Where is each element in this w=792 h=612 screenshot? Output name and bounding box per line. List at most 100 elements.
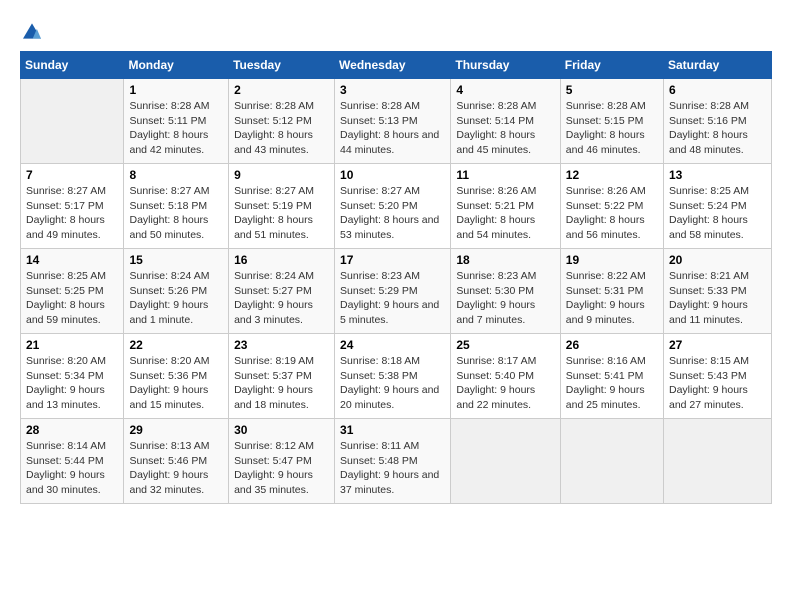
daylight-text: Daylight: 9 hours and 37 minutes. (340, 468, 445, 497)
weekday-header-saturday: Saturday (664, 52, 772, 79)
day-info: Sunrise: 8:27 AMSunset: 5:17 PMDaylight:… (26, 184, 118, 243)
calendar-cell: 30 Sunrise: 8:12 AMSunset: 5:47 PMDayligh… (229, 419, 335, 504)
weekday-header-friday: Friday (560, 52, 663, 79)
sunrise-text: Sunrise: 8:26 AM (456, 184, 554, 199)
day-info: Sunrise: 8:17 AMSunset: 5:40 PMDaylight:… (456, 354, 554, 413)
sunrise-text: Sunrise: 8:19 AM (234, 354, 329, 369)
calendar-cell: 31Sunrise: 8:11 AMSunset: 5:48 PMDayligh… (335, 419, 451, 504)
day-info: Sunrise: 8:28 AMSunset: 5:15 PMDaylight:… (566, 99, 658, 158)
day-number: 13 (669, 168, 766, 182)
day-info: Sunrise: 8:27 AMSunset: 5:18 PMDaylight:… (129, 184, 223, 243)
day-number: 24 (340, 338, 445, 352)
sunset-text: Sunset: 5:31 PM (566, 284, 658, 299)
daylight-text: Daylight: 8 hours and 51 minutes. (234, 213, 329, 242)
calendar-cell: 4Sunrise: 8:28 AMSunset: 5:14 PMDaylight… (451, 79, 560, 164)
sunrise-text: Sunrise: 8:28 AM (340, 99, 445, 114)
daylight-text: Daylight: 8 hours and 49 minutes. (26, 213, 118, 242)
sunset-text: Sunset: 5:11 PM (129, 114, 223, 129)
day-number: 26 (566, 338, 658, 352)
calendar-cell: 7 Sunrise: 8:27 AMSunset: 5:17 PMDaylight… (21, 164, 124, 249)
sunset-text: Sunset: 5:30 PM (456, 284, 554, 299)
day-info: Sunrise: 8:12 AMSunset: 5:47 PMDaylight:… (234, 439, 329, 498)
sunset-text: Sunset: 5:40 PM (456, 369, 554, 384)
calendar-cell: 29Sunrise: 8:13 AMSunset: 5:46 PMDayligh… (124, 419, 229, 504)
weekday-header-wednesday: Wednesday (335, 52, 451, 79)
calendar-week-row: 21Sunrise: 8:20 AMSunset: 5:34 PMDayligh… (21, 334, 772, 419)
daylight-text: Daylight: 8 hours and 58 minutes. (669, 213, 766, 242)
sunrise-text: Sunrise: 8:27 AM (340, 184, 445, 199)
day-number: 18 (456, 253, 554, 267)
day-info: Sunrise: 8:24 AMSunset: 5:26 PMDaylight:… (129, 269, 223, 328)
sunrise-text: Sunrise: 8:12 AM (234, 439, 329, 454)
sunrise-text: Sunrise: 8:25 AM (26, 269, 118, 284)
sunrise-text: Sunrise: 8:28 AM (129, 99, 223, 114)
daylight-text: Daylight: 8 hours and 45 minutes. (456, 128, 554, 157)
daylight-text: Daylight: 9 hours and 32 minutes. (129, 468, 223, 497)
weekday-header-row: SundayMondayTuesdayWednesdayThursdayFrid… (21, 52, 772, 79)
sunrise-text: Sunrise: 8:28 AM (234, 99, 329, 114)
daylight-text: Daylight: 9 hours and 3 minutes. (234, 298, 329, 327)
daylight-text: Daylight: 9 hours and 5 minutes. (340, 298, 445, 327)
sunrise-text: Sunrise: 8:28 AM (669, 99, 766, 114)
day-number: 1 (129, 83, 223, 97)
calendar-cell: 20Sunrise: 8:21 AMSunset: 5:33 PMDayligh… (664, 249, 772, 334)
calendar-cell: 15Sunrise: 8:24 AMSunset: 5:26 PMDayligh… (124, 249, 229, 334)
sunrise-text: Sunrise: 8:16 AM (566, 354, 658, 369)
calendar-cell: 18Sunrise: 8:23 AMSunset: 5:30 PMDayligh… (451, 249, 560, 334)
day-number: 28 (26, 423, 118, 437)
header (20, 20, 772, 41)
sunset-text: Sunset: 5:14 PM (456, 114, 554, 129)
sunset-text: Sunset: 5:15 PM (566, 114, 658, 129)
calendar-cell: 2Sunrise: 8:28 AMSunset: 5:12 PMDaylight… (229, 79, 335, 164)
day-number: 2 (234, 83, 329, 97)
sunset-text: Sunset: 5:22 PM (566, 199, 658, 214)
weekday-header-thursday: Thursday (451, 52, 560, 79)
day-info: Sunrise: 8:28 AMSunset: 5:16 PMDaylight:… (669, 99, 766, 158)
daylight-text: Daylight: 9 hours and 15 minutes. (129, 383, 223, 412)
calendar-cell: 5 Sunrise: 8:28 AMSunset: 5:15 PMDaylight… (560, 79, 663, 164)
sunrise-text: Sunrise: 8:24 AM (129, 269, 223, 284)
sunset-text: Sunset: 5:29 PM (340, 284, 445, 299)
calendar-cell: 13 Sunrise: 8:25 AMSunset: 5:24 PMDayligh… (664, 164, 772, 249)
daylight-text: Daylight: 8 hours and 59 minutes. (26, 298, 118, 327)
sunset-text: Sunset: 5:21 PM (456, 199, 554, 214)
day-number: 22 (129, 338, 223, 352)
weekday-header-monday: Monday (124, 52, 229, 79)
calendar-cell: 3Sunrise: 8:28 AMSunset: 5:13 PMDaylight… (335, 79, 451, 164)
day-number: 8 (129, 168, 223, 182)
daylight-text: Daylight: 9 hours and 18 minutes. (234, 383, 329, 412)
day-info: Sunrise: 8:26 AMSunset: 5:22 PMDaylight:… (566, 184, 658, 243)
day-info: Sunrise: 8:24 AMSunset: 5:27 PMDaylight:… (234, 269, 329, 328)
weekday-header-tuesday: Tuesday (229, 52, 335, 79)
daylight-text: Daylight: 9 hours and 35 minutes. (234, 468, 329, 497)
day-number: 7 (26, 168, 118, 182)
sunset-text: Sunset: 5:41 PM (566, 369, 658, 384)
daylight-text: Daylight: 9 hours and 13 minutes. (26, 383, 118, 412)
daylight-text: Daylight: 9 hours and 30 minutes. (26, 468, 118, 497)
day-number: 20 (669, 253, 766, 267)
calendar-cell: 27Sunrise: 8:15 AMSunset: 5:43 PMDayligh… (664, 334, 772, 419)
calendar-cell: 17Sunrise: 8:23 AMSunset: 5:29 PMDayligh… (335, 249, 451, 334)
calendar-week-row: 14Sunrise: 8:25 AMSunset: 5:25 PMDayligh… (21, 249, 772, 334)
daylight-text: Daylight: 9 hours and 11 minutes. (669, 298, 766, 327)
calendar-cell: 26Sunrise: 8:16 AMSunset: 5:41 PMDayligh… (560, 334, 663, 419)
daylight-text: Daylight: 8 hours and 50 minutes. (129, 213, 223, 242)
sunrise-text: Sunrise: 8:15 AM (669, 354, 766, 369)
calendar-cell: 1Sunrise: 8:28 AMSunset: 5:11 PMDaylight… (124, 79, 229, 164)
day-number: 5 (566, 83, 658, 97)
sunset-text: Sunset: 5:26 PM (129, 284, 223, 299)
logo-icon (20, 22, 44, 40)
sunrise-text: Sunrise: 8:27 AM (234, 184, 329, 199)
day-number: 30 (234, 423, 329, 437)
calendar-cell (21, 79, 124, 164)
day-info: Sunrise: 8:25 AMSunset: 5:24 PMDaylight:… (669, 184, 766, 243)
sunset-text: Sunset: 5:12 PM (234, 114, 329, 129)
sunrise-text: Sunrise: 8:28 AM (566, 99, 658, 114)
sunset-text: Sunset: 5:46 PM (129, 454, 223, 469)
day-info: Sunrise: 8:28 AMSunset: 5:14 PMDaylight:… (456, 99, 554, 158)
daylight-text: Daylight: 9 hours and 27 minutes. (669, 383, 766, 412)
sunrise-text: Sunrise: 8:23 AM (456, 269, 554, 284)
day-info: Sunrise: 8:18 AMSunset: 5:38 PMDaylight:… (340, 354, 445, 413)
calendar-week-row: 7 Sunrise: 8:27 AMSunset: 5:17 PMDaylight… (21, 164, 772, 249)
sunset-text: Sunset: 5:24 PM (669, 199, 766, 214)
